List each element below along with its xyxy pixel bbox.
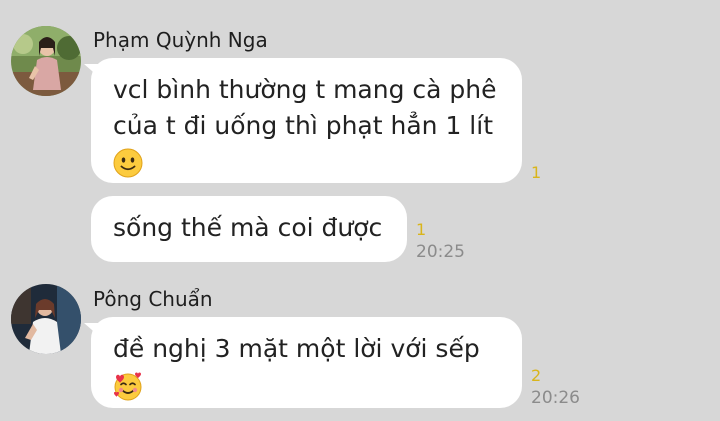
smiling-face-with-hearts-emoji-icon <box>113 371 143 401</box>
avatar[interactable] <box>11 26 81 96</box>
sender-name: Pông Chuẩn <box>93 287 213 311</box>
reaction-count[interactable]: 2 <box>531 366 541 385</box>
reaction-count[interactable]: 1 <box>416 220 426 239</box>
slightly-smiling-face-emoji-icon <box>113 148 143 178</box>
message-bubble[interactable]: đề nghị 3 mặt một lời với sếp <box>84 317 522 408</box>
message-timestamp: 20:26 <box>531 388 580 408</box>
message-bubble[interactable]: vcl bình thường t mang cà phê của t đi u… <box>84 58 522 183</box>
message-text-line: của t đi uống thì phạt hẳn 1 lít <box>113 111 493 140</box>
avatar[interactable] <box>11 284 81 354</box>
message-timestamp: 20:25 <box>416 242 465 262</box>
message-bubble[interactable]: sống thế mà coi được <box>91 196 407 262</box>
message-text-line: vcl bình thường t mang cà phê <box>113 75 497 104</box>
message-text-line: đề nghị 3 mặt một lời với sếp <box>113 334 480 363</box>
sender-name: Phạm Quỳnh Nga <box>93 28 268 52</box>
message-text-line: sống thế mà coi được <box>113 213 383 242</box>
reaction-count[interactable]: 1 <box>531 163 541 182</box>
